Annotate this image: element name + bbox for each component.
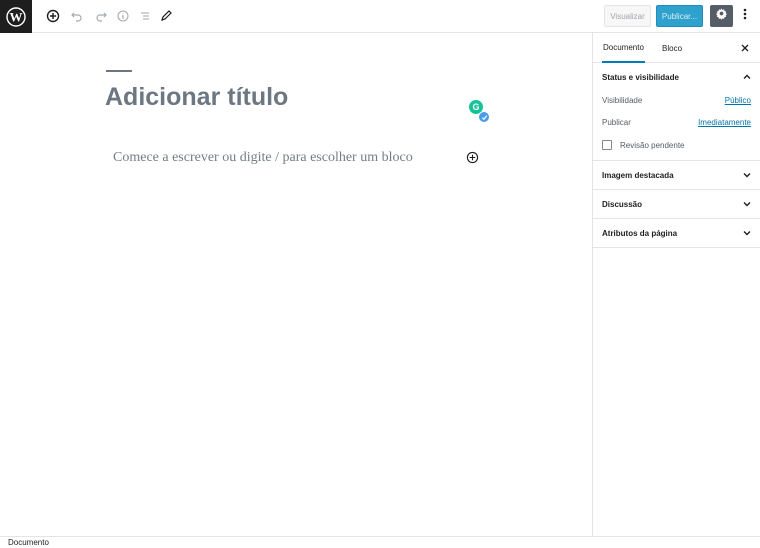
visibility-label: Visibilidade — [602, 95, 643, 105]
edit-icon[interactable] — [156, 6, 176, 26]
panel-title: Imagem destacada — [602, 170, 674, 180]
block-placeholder-input[interactable]: Comece a escrever ou digite / para escol… — [113, 150, 413, 166]
tab-document[interactable]: Documento — [602, 33, 645, 63]
redo-icon[interactable] — [91, 6, 111, 26]
panel-toggle-status[interactable]: Status e visibilidade — [593, 63, 760, 91]
grammarly-check-icon — [478, 111, 490, 123]
title-separator — [106, 70, 132, 72]
breadcrumb-document[interactable]: Documento — [8, 538, 49, 547]
chevron-down-icon — [742, 228, 752, 238]
undo-icon[interactable] — [67, 6, 87, 26]
panel-title: Atributos da página — [602, 228, 678, 238]
panel-title: Status e visibilidade — [602, 72, 679, 82]
status-visibility-panel: Status e visibilidade Visibilidade Públi… — [593, 63, 760, 161]
block-inserter-icon[interactable] — [466, 151, 479, 164]
visibility-row: Visibilidade Público — [602, 94, 751, 106]
page-attributes-panel: Atributos da página — [593, 219, 760, 248]
more-options-button[interactable] — [738, 6, 752, 26]
pending-review-checkbox[interactable] — [602, 140, 612, 150]
close-icon[interactable] — [739, 42, 751, 54]
preview-button[interactable]: Visualizar — [604, 5, 651, 27]
editor-toolbar: W Visualizar Publicar... — [0, 0, 760, 33]
panel-title: Discussão — [602, 199, 643, 209]
panel-toggle-featured-image[interactable]: Imagem destacada — [593, 161, 760, 189]
chevron-down-icon — [742, 170, 752, 180]
pending-review-row: Revisão pendente — [602, 140, 685, 150]
list-view-icon[interactable] — [135, 6, 155, 26]
editor-canvas: Adicionar título G Comece a escrever ou … — [0, 33, 592, 536]
info-icon[interactable] — [113, 6, 133, 26]
publish-date-link[interactable]: Imediatamente — [698, 118, 751, 127]
publish-label: Publicar — [602, 117, 631, 127]
discussion-panel: Discussão — [593, 190, 760, 219]
add-block-icon[interactable] — [43, 6, 63, 26]
sidebar-tabs: Documento Bloco — [593, 33, 760, 63]
pending-review-label: Revisão pendente — [620, 140, 685, 150]
more-vertical-icon — [743, 7, 747, 25]
wordpress-logo-icon[interactable]: W — [0, 0, 32, 33]
publish-button[interactable]: Publicar... — [656, 5, 703, 27]
tab-block[interactable]: Bloco — [662, 33, 682, 63]
gear-icon — [715, 7, 728, 25]
svg-text:W: W — [10, 9, 23, 24]
block-breadcrumb: Documento — [0, 536, 760, 548]
settings-sidebar: Documento Bloco Status e visibilidade Vi… — [592, 33, 760, 536]
visibility-link[interactable]: Público — [725, 96, 751, 105]
chevron-up-icon — [742, 72, 752, 82]
featured-image-panel: Imagem destacada — [593, 161, 760, 190]
settings-button[interactable] — [710, 5, 733, 27]
panel-toggle-page-attributes[interactable]: Atributos da página — [593, 219, 760, 247]
publish-row: Publicar Imediatamente — [602, 116, 751, 128]
chevron-down-icon — [742, 199, 752, 209]
post-title-input[interactable]: Adicionar título — [105, 83, 288, 112]
panel-toggle-discussion[interactable]: Discussão — [593, 190, 760, 218]
